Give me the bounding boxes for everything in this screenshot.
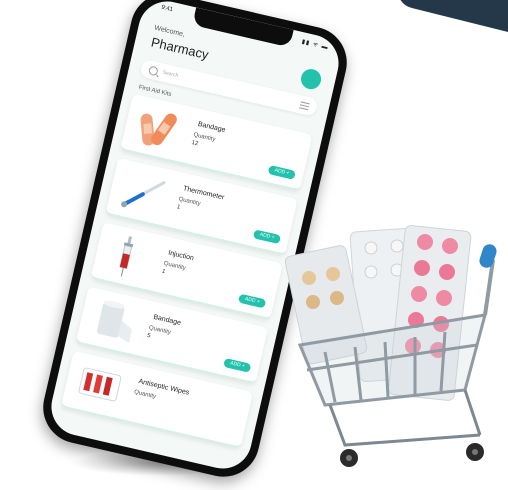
antiseptic-wipes-icon <box>78 367 122 402</box>
phone-notch <box>192 7 294 48</box>
status-icons: ▮▮ ᯤ ▬ <box>301 39 330 52</box>
quantity-label: Quantity <box>177 196 202 208</box>
product-list: Bandage Quantity 12 ADD + Thermometer Qu… <box>59 93 313 456</box>
thermometer-icon <box>121 181 166 208</box>
cart-handle-grip <box>479 244 497 268</box>
menu-icon[interactable] <box>299 100 310 110</box>
product-name: Bandage <box>152 313 182 327</box>
product-name: Injuction <box>167 249 195 263</box>
search-icon <box>148 65 159 76</box>
product-name: Bandage <box>197 120 227 135</box>
quantity-label: Quantity <box>163 260 187 272</box>
avatar[interactable] <box>299 67 324 92</box>
bandage-roll-icon <box>96 300 133 343</box>
cart-handle-bar <box>483 259 495 316</box>
quantity-value: 5 <box>146 332 152 340</box>
search-input[interactable]: Search <box>162 70 301 108</box>
quantity-label: Quantity <box>133 389 157 401</box>
corner-decoration <box>393 0 508 35</box>
add-button[interactable]: ADD + <box>252 229 282 245</box>
add-button[interactable]: ADD + <box>223 357 252 373</box>
quantity-label: Quantity <box>148 325 172 336</box>
add-button[interactable]: ADD + <box>238 293 267 309</box>
quantity-value: 12 <box>190 139 199 148</box>
shopping-cart-illustration <box>285 225 497 467</box>
bandage-icon <box>140 113 177 146</box>
syringe-icon <box>119 236 134 277</box>
quantity-value: 1 <box>161 268 166 276</box>
add-button[interactable]: ADD + <box>267 165 296 180</box>
quantity-value: 1 <box>176 204 181 211</box>
page-title: Pharmacy <box>149 34 211 63</box>
status-time: 9:41 <box>160 4 174 14</box>
